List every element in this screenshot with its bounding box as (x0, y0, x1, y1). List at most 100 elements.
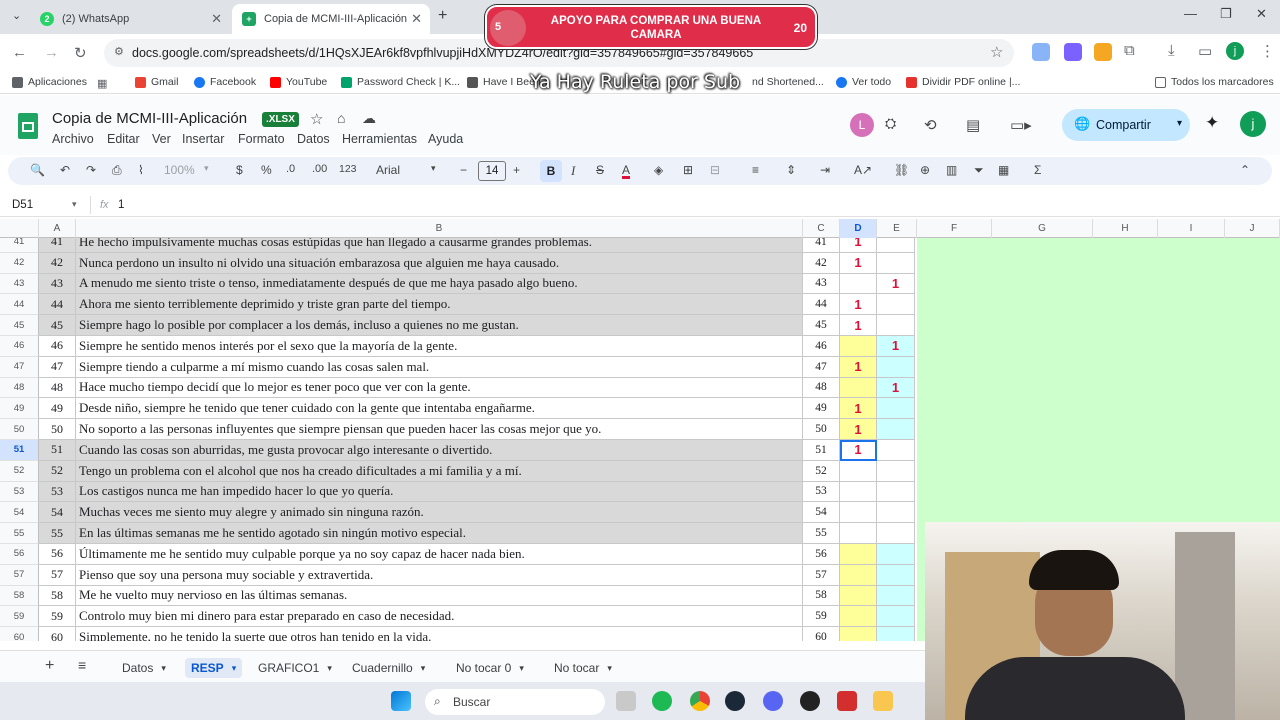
extension-icon[interactable] (1064, 43, 1082, 61)
cell-question[interactable]: Últimamente me he sentido muy culpable p… (76, 544, 803, 565)
sheet-tab-resp[interactable]: RESP ▾ (185, 658, 243, 678)
cell-answer-false[interactable] (877, 398, 915, 420)
bookmark-ver-todo[interactable]: Ver todo (836, 76, 891, 88)
vertical-align-icon[interactable]: ⇕ (786, 163, 796, 177)
cell-answer-true[interactable]: 1 (840, 315, 877, 336)
cell-item-number[interactable]: 47 (39, 356, 76, 378)
number-format-button[interactable]: 123 (339, 163, 357, 175)
cell-question[interactable]: Muchas veces me siento muy alegre y anim… (76, 502, 803, 524)
cell-answer-false[interactable] (877, 544, 915, 565)
decrease-font-size-icon[interactable]: − (460, 163, 467, 177)
sheet-tab-no-tocar[interactable]: No tocar ▾ (548, 658, 618, 678)
close-icon[interactable]: ✕ (211, 11, 222, 27)
back-icon[interactable]: ← (12, 44, 27, 61)
tab-search-chevron-icon[interactable]: ⌄ (12, 9, 21, 22)
sheet-tab-cuadernillo[interactable]: Cuadernillo ▾ (346, 658, 431, 678)
decrease-decimal-button[interactable]: .0 (286, 163, 295, 175)
chevron-down-icon[interactable]: ▾ (232, 663, 237, 674)
bookmark-shortened[interactable]: nd Shortened... (752, 76, 824, 88)
row-number[interactable]: 55 (0, 523, 39, 544)
cell-question[interactable]: Pienso que soy una persona muy sociable … (76, 564, 803, 586)
menu-herramientas[interactable]: Herramientas (342, 132, 417, 146)
bookmark-dividir-pdf[interactable]: Dividir PDF online |... (906, 76, 1020, 88)
close-icon[interactable]: ✕ (411, 11, 422, 27)
cell-question[interactable]: Nunca perdono un insulto ni olvido una s… (76, 252, 803, 274)
maximize-icon[interactable]: ❐ (1220, 6, 1232, 22)
cell-answer-false[interactable] (877, 627, 915, 641)
row-number[interactable]: 47 (0, 356, 39, 378)
cell-answer-false[interactable] (877, 440, 915, 461)
cell-answer-true[interactable] (840, 273, 877, 295)
undo-icon[interactable]: ↶ (60, 163, 70, 177)
cell-item-number[interactable]: 52 (39, 460, 76, 482)
cell-answer-true[interactable] (840, 481, 877, 503)
font-select[interactable]: Arial (376, 163, 400, 177)
file-explorer-icon[interactable] (873, 691, 893, 711)
redo-icon[interactable]: ↷ (86, 163, 96, 177)
search-menus-icon[interactable]: 🔍 (30, 163, 45, 177)
increase-decimal-button[interactable]: .00 (312, 163, 327, 175)
spotify-icon[interactable] (652, 691, 672, 711)
cell-item-ref[interactable]: 57 (803, 564, 840, 586)
sheet-tab-no-tocar-0[interactable]: No tocar 0 ▾ (450, 658, 530, 678)
functions-button[interactable]: Σ (1034, 163, 1041, 177)
share-button[interactable]: 🌐 Compartir ▾ (1062, 109, 1190, 141)
cell-item-number[interactable]: 42 (39, 252, 76, 274)
cell-answer-true[interactable] (840, 460, 877, 482)
cell-answer-false[interactable] (877, 252, 915, 274)
meet-join-icon[interactable]: ⛭ (885, 115, 896, 132)
font-size-input[interactable]: 14 (478, 161, 506, 181)
row-number[interactable]: 57 (0, 564, 39, 586)
cell-item-number[interactable]: 51 (39, 440, 76, 461)
cell-answer-true[interactable] (840, 585, 877, 607)
menu-archivo[interactable]: Archivo (52, 132, 94, 146)
cell-item-number[interactable]: 60 (39, 627, 76, 641)
column-header-j[interactable]: J (1225, 219, 1280, 238)
filter-icon[interactable]: ⏷ (974, 163, 984, 178)
cell-item-number[interactable]: 46 (39, 336, 76, 357)
cell-question[interactable]: Siempre hago lo posible por complacer a … (76, 315, 803, 336)
row-number[interactable]: 46 (0, 336, 39, 357)
row-number[interactable]: 50 (0, 419, 39, 440)
history-icon[interactable]: ⟲ (924, 116, 937, 134)
cell-item-number[interactable]: 44 (39, 294, 76, 316)
row-number[interactable]: 60 (0, 627, 39, 641)
sheet-tab-grafico1[interactable]: GRAFICO1 ▾ (252, 658, 338, 678)
reload-icon[interactable]: ↻ (74, 44, 87, 62)
cell-item-number[interactable]: 48 (39, 377, 76, 399)
cell-answer-false[interactable]: 1 (877, 273, 915, 295)
menu-formato[interactable]: Formato (238, 132, 285, 146)
steam-icon[interactable] (725, 691, 745, 711)
cell-question[interactable]: Siempre tiendo a culparme a mí mismo cua… (76, 356, 803, 378)
column-header-c[interactable]: C (803, 219, 840, 238)
column-header-a[interactable]: A (39, 219, 76, 238)
menu-insertar[interactable]: Insertar (182, 132, 224, 146)
cell-answer-true[interactable] (840, 627, 877, 641)
column-header-b[interactable]: B (76, 219, 803, 238)
row-number[interactable]: 48 (0, 377, 39, 399)
cell-answer-false[interactable] (877, 419, 915, 440)
cell-answer-true[interactable]: 1 (840, 356, 877, 378)
column-header-f[interactable]: F (917, 219, 992, 238)
cell-answer-false[interactable] (877, 356, 915, 378)
cell-question[interactable]: Me he vuelto muy nervioso en las últimas… (76, 585, 803, 607)
row-number[interactable]: 49 (0, 398, 39, 420)
bookmark-password-check[interactable]: Password Check | K... (341, 76, 460, 88)
cell-question[interactable]: A menudo me siento triste o tenso, inmed… (76, 273, 803, 295)
cell-item-ref[interactable]: 58 (803, 585, 840, 607)
new-tab-icon[interactable]: + (438, 7, 447, 25)
cell-answer-true[interactable] (840, 377, 877, 399)
borders-icon[interactable]: ⊞ (683, 163, 693, 177)
column-header-e[interactable]: E (877, 219, 917, 238)
row-number[interactable]: 42 (0, 252, 39, 274)
name-box[interactable]: D51 (12, 199, 33, 211)
discord-icon[interactable] (763, 691, 783, 711)
bookmark-aplicaciones[interactable]: Aplicaciones (12, 76, 87, 88)
cell-item-ref[interactable]: 53 (803, 481, 840, 503)
cell-item-number[interactable]: 41 (39, 238, 76, 253)
increase-font-size-icon[interactable]: + (513, 163, 520, 177)
cell-item-ref[interactable]: 52 (803, 460, 840, 482)
taskbar-search[interactable]: ⌕ Buscar (425, 689, 605, 715)
windows-start-icon[interactable] (391, 691, 411, 711)
formula-input[interactable]: 1 (118, 199, 124, 211)
